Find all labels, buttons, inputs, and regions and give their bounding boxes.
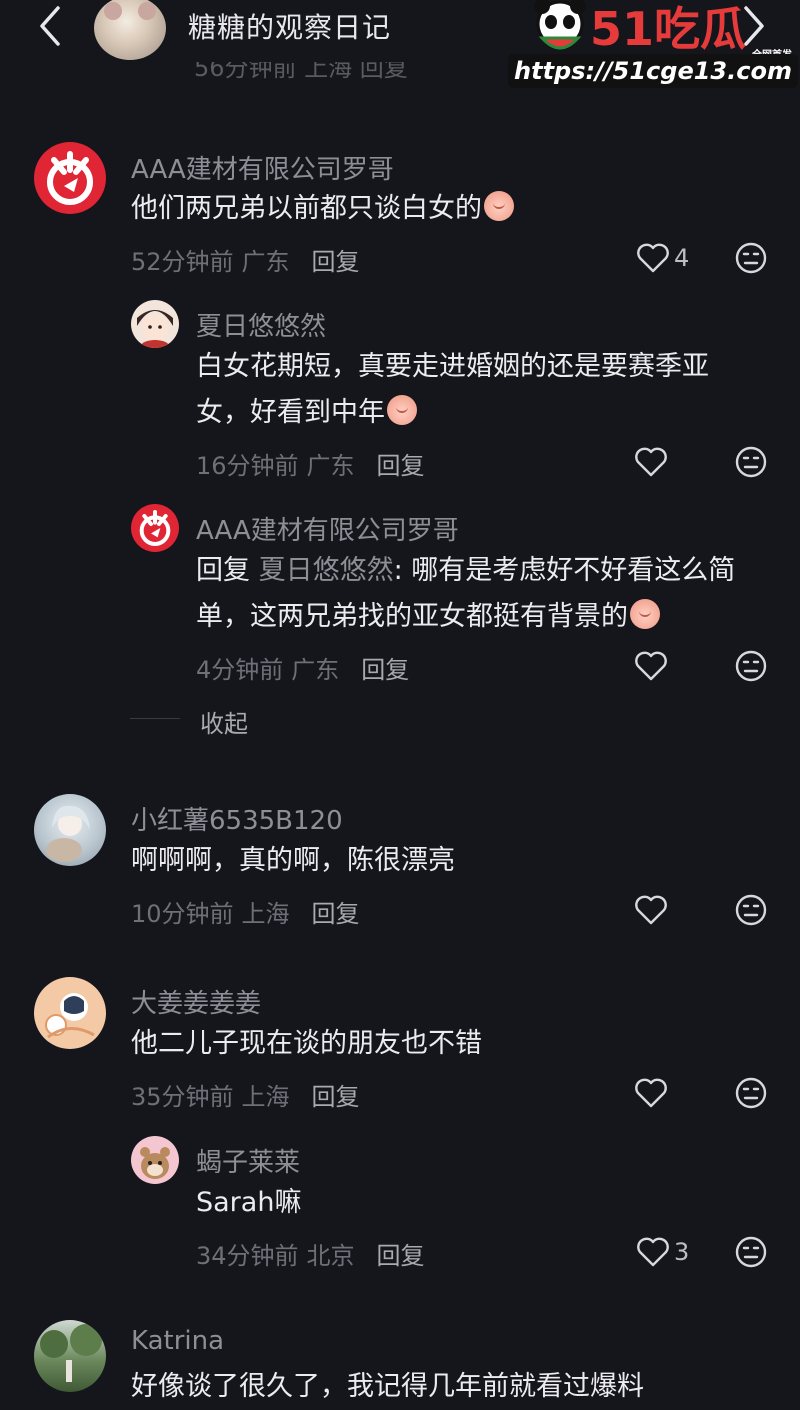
comment-text: 他二儿子现在谈的朋友也不错	[131, 1028, 482, 1059]
back-icon[interactable]	[34, 4, 70, 48]
author-avatar[interactable]	[94, 0, 166, 60]
emoji-icon	[484, 191, 514, 221]
like-count: 4	[674, 244, 690, 272]
comment-author[interactable]: 大姜姜姜姜	[131, 983, 261, 1020]
reply-author[interactable]: 夏日悠悠然	[196, 306, 326, 343]
reply-button[interactable]: 回复	[312, 900, 360, 928]
scrolled-meta: 56分钟前 上海 回复	[194, 62, 408, 82]
like-count: 3	[674, 1238, 690, 1266]
divider	[130, 718, 180, 719]
meh-face-icon[interactable]	[734, 649, 768, 683]
heart-icon[interactable]	[636, 1236, 670, 1268]
heart-icon[interactable]	[634, 1077, 668, 1109]
page-title: 糖糖的观察日记	[188, 11, 392, 44]
reply-text: Sarah嘛	[196, 1187, 302, 1218]
reply-button[interactable]: 回复	[361, 656, 409, 684]
reply-text-line2: 单，这两兄弟找的亚女都挺有背景的	[196, 594, 660, 640]
comment-author[interactable]: Katrina	[131, 1326, 224, 1356]
comment-avatar[interactable]	[34, 977, 106, 1049]
reply-text-line1: 回复 夏日悠悠然: 哪有是考虑好不好看这么简	[196, 555, 736, 586]
reply-avatar[interactable]	[131, 300, 179, 348]
heart-icon[interactable]	[634, 894, 668, 926]
collapse-replies-button[interactable]: 收起	[200, 704, 248, 739]
panda-logo-icon	[534, 0, 586, 50]
comment-text: 他们两兄弟以前都只谈白女的	[131, 186, 514, 232]
emoji-icon	[387, 395, 417, 425]
heart-icon[interactable]	[634, 446, 668, 478]
heart-icon[interactable]	[636, 242, 670, 274]
comment-avatar[interactable]	[34, 142, 106, 214]
reply-avatar[interactable]	[131, 1136, 179, 1184]
comment-text: 好像谈了很久了，我记得几年前就看过爆料	[131, 1371, 644, 1402]
reply-meta: 4分钟前 广东 回复	[196, 656, 410, 684]
reply-text-line2: 女，好看到中年	[196, 390, 417, 436]
comment-meta: 52分钟前 广东 回复	[131, 248, 360, 276]
meh-face-icon[interactable]	[734, 445, 768, 479]
comment-author[interactable]: AAA建材有限公司罗哥	[131, 149, 394, 186]
reply-avatar[interactable]	[131, 504, 179, 552]
reply-meta: 16分钟前 广东 回复	[196, 452, 425, 480]
comment-avatar[interactable]	[34, 794, 106, 866]
reply-button[interactable]: 回复	[312, 1083, 360, 1111]
comment-author[interactable]: 小红薯6535B120	[131, 800, 343, 837]
comment-avatar[interactable]	[34, 1320, 106, 1392]
watermark-brand: 51吃瓜	[590, 2, 747, 56]
reply-button[interactable]: 回复	[377, 452, 425, 480]
comment-meta: 35分钟前 上海 回复	[131, 1083, 360, 1111]
meh-face-icon[interactable]	[734, 893, 768, 927]
heart-icon[interactable]	[634, 650, 668, 682]
reply-author[interactable]: 蝎子莱莱	[196, 1142, 300, 1179]
reply-author[interactable]: AAA建材有限公司罗哥	[196, 510, 459, 547]
reply-meta: 34分钟前 北京 回复	[196, 1242, 425, 1270]
comment-meta: 10分钟前 上海 回复	[131, 900, 360, 928]
watermark-url: https://51cge13.com	[508, 54, 798, 88]
meh-face-icon[interactable]	[734, 1235, 768, 1269]
meh-face-icon[interactable]	[734, 1076, 768, 1110]
comment-text: 啊啊啊，真的啊，陈很漂亮	[131, 845, 455, 876]
emoji-icon	[630, 599, 660, 629]
reply-button[interactable]: 回复	[312, 248, 360, 276]
reply-text-line1: 白女花期短，真要走进婚姻的还是要赛季亚	[196, 351, 709, 382]
meh-face-icon[interactable]	[734, 241, 768, 275]
reply-button[interactable]: 回复	[377, 1242, 425, 1270]
reply-mention[interactable]: 夏日悠悠然	[259, 555, 394, 586]
